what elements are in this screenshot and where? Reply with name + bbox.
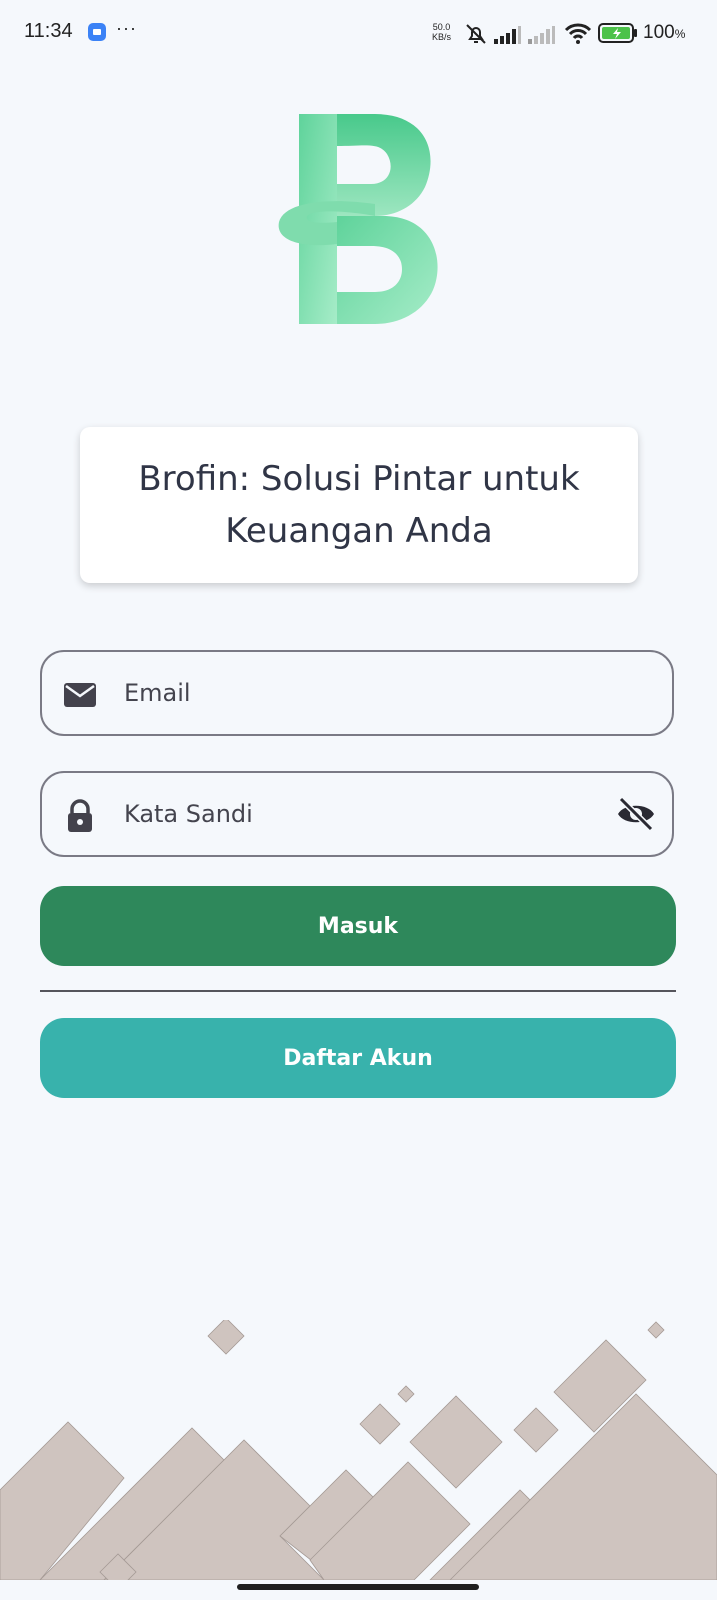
home-indicator[interactable]	[237, 1584, 479, 1590]
battery-charging-icon	[598, 23, 637, 43]
tagline-card: Brofin: Solusi Pintar untuk Keuangan And…	[80, 427, 638, 583]
brofin-logo	[278, 114, 438, 324]
bell-muted-icon	[466, 24, 486, 44]
battery-percent-value: 100	[643, 22, 675, 43]
divider	[40, 990, 676, 992]
password-field[interactable]	[40, 771, 674, 857]
status-time: 11:34	[24, 20, 73, 42]
mountain-decoration	[0, 1320, 717, 1580]
lock-icon	[68, 799, 92, 832]
network-speed-unit: KB/s	[432, 32, 452, 42]
app-tagline: Brofin: Solusi Pintar untuk Keuangan And…	[138, 459, 580, 551]
battery-percent-sign: %	[674, 27, 686, 41]
email-field[interactable]	[40, 650, 674, 736]
register-button[interactable]: Daftar Akun	[40, 1018, 676, 1098]
status-bar: 11:34 ··· 50.0 KB/s 100%	[0, 0, 717, 66]
more-notifications-icon: ···	[116, 18, 137, 38]
network-speed: 50.0 KB/s	[432, 22, 451, 42]
signal-strength-2-icon	[528, 26, 555, 44]
password-input[interactable]	[124, 773, 584, 855]
notification-app-icon	[88, 23, 106, 41]
email-input[interactable]	[124, 652, 584, 734]
network-speed-value: 50.0	[432, 22, 451, 32]
login-button[interactable]: Masuk	[40, 886, 676, 966]
signal-strength-icon	[494, 26, 521, 44]
wifi-icon	[564, 23, 592, 44]
eye-off-icon[interactable]	[616, 796, 656, 832]
mail-icon	[64, 683, 96, 707]
battery-percent: 100%	[643, 22, 685, 44]
